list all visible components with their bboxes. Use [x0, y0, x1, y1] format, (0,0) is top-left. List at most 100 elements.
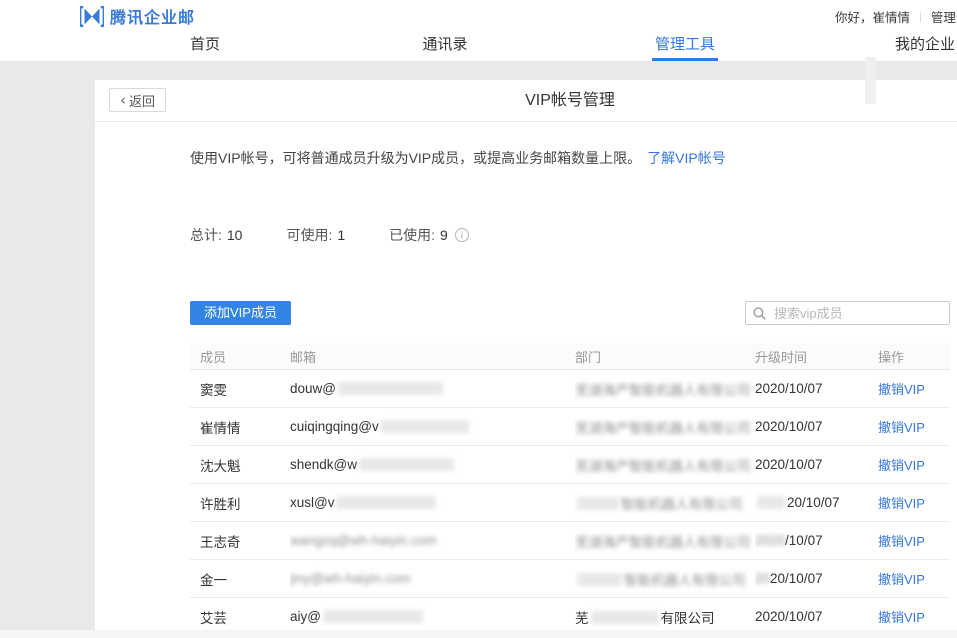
cell-text: 金一 — [200, 573, 227, 588]
member-name-cell: 沈大魁 — [190, 446, 290, 484]
upgrade-time-cell: 2020/10/07 — [755, 370, 878, 408]
member-name-cell: 王志奇 — [190, 522, 290, 560]
cell-text: 2020/10/07 — [755, 419, 823, 434]
exmail-logo-icon — [80, 6, 104, 27]
member-name-cell: 崔情情 — [190, 408, 290, 446]
panel-header: ‹ 返回 VIP帐号管理 — [95, 80, 957, 122]
upgrade-time-cell: 2020/10/07 — [755, 446, 878, 484]
col-department: 部门 — [575, 343, 755, 370]
stat-total-value: 10 — [227, 227, 243, 243]
department-cell: 智能机器人有限公司 — [575, 560, 755, 598]
table-row: 王志奇wangzq@wh-haiyin.com芜湖海产智能机器人有限公司2020… — [190, 522, 950, 560]
search-input[interactable] — [772, 305, 942, 322]
cell-text: shendk@w — [290, 457, 357, 472]
table-row: 沈大魁shendk@w 芜湖海产智能机器人有限公司 2020/10/07 撤销VIP — [190, 446, 950, 484]
action-cell: 撤销VIP — [878, 522, 950, 560]
tab-contacts[interactable]: 通讯录 — [325, 30, 565, 61]
cell-text: 20 — [755, 571, 770, 586]
revoke-vip-link[interactable]: 撤销VIP — [878, 496, 925, 511]
cell-text: 艾芸 — [200, 611, 227, 626]
info-icon[interactable]: i — [455, 228, 469, 242]
cell-text: 芜湖海产智能机器人有限公司 — [575, 459, 751, 474]
redacted-block — [381, 420, 469, 433]
cell-text: 许胜利 — [200, 497, 241, 512]
revoke-vip-link[interactable]: 撤销VIP — [878, 420, 925, 435]
stat-used-value: 9 — [440, 227, 448, 243]
col-member: 成员 — [190, 343, 290, 370]
revoke-vip-link[interactable]: 撤销VIP — [878, 610, 925, 625]
upgrade-time-cell: 20/10/07 — [755, 484, 878, 522]
bottom-edge-strip — [0, 630, 957, 638]
email-cell: xusl@v — [290, 484, 575, 522]
scrollbar-thumb[interactable] — [865, 57, 876, 104]
member-name-cell: 窦雯 — [190, 370, 290, 408]
table-row: 金一 jiny@wh-haiyin.com 智能机器人有限公司 2020/10/07 撤… — [190, 560, 950, 598]
page-title: VIP帐号管理 — [95, 80, 957, 122]
stat-used-label: 已使用: — [389, 225, 435, 245]
tab-home[interactable]: 首页 — [85, 30, 325, 61]
table-row: 崔情情cuiqingqing@v 芜湖海产智能机器人有限公司 2020/10/07 撤… — [190, 408, 950, 446]
top-bar: 腾讯企业邮 你好，崔情情 | 管理企业 — [0, 0, 957, 30]
cell-text: douw@ — [290, 381, 336, 396]
user-greeting: 你好，崔情情 — [835, 7, 910, 26]
email-cell: shendk@w — [290, 446, 575, 484]
table-row: 许胜利 xusl@v 智能机器人有限公司 20/10/07 撤销VIP — [190, 484, 950, 522]
department-cell: 芜湖海产智能机器人有限公司 — [575, 446, 755, 484]
stat-used: 已使用: 9 i — [389, 225, 469, 245]
cell-text: xusl@v — [290, 495, 334, 510]
department-cell: 芜湖海产智能机器人有限公司 — [575, 370, 755, 408]
revoke-vip-link[interactable]: 撤销VIP — [878, 572, 925, 587]
cell-text: 2020/10/07 — [755, 609, 823, 624]
revoke-vip-link[interactable]: 撤销VIP — [878, 534, 925, 549]
department-cell: 芜湖海产智能机器人有限公司 — [575, 522, 755, 560]
upgrade-time-cell: 2020/10/07 — [755, 408, 878, 446]
vip-stats: 总计: 10 可使用: 1 已使用: 9 i — [190, 225, 950, 245]
tab-contacts-label: 通讯录 — [422, 36, 467, 53]
manage-company-link[interactable]: 管理企业 — [931, 7, 957, 26]
cell-text: 芜湖海产智能机器人有限公司 — [575, 421, 751, 436]
stat-total-label: 总计: — [190, 225, 222, 245]
active-tab-underline — [652, 58, 718, 61]
tab-admin-tools[interactable]: 管理工具 — [565, 30, 805, 61]
page: 腾讯企业邮 你好，崔情情 | 管理企业 首页 通讯录 管理工具 我的企业 ‹ 返… — [0, 0, 957, 638]
redacted-block — [577, 497, 619, 510]
main-nav: 首页 通讯录 管理工具 我的企业 — [0, 30, 957, 62]
vip-members-table: 成员 邮箱 部门 升级时间 操作 窦雯douw@芜湖海产智能机器人有限公司202… — [190, 343, 950, 636]
redacted-block — [757, 496, 785, 509]
revoke-vip-link[interactable]: 撤销VIP — [878, 382, 925, 397]
cell-text: 智能机器人有限公司 — [624, 573, 746, 588]
learn-vip-link[interactable]: 了解VIP帐号 — [647, 150, 726, 166]
stat-available-label: 可使用: — [286, 225, 332, 245]
table-row: 窦雯douw@ 芜湖海产智能机器人有限公司2020/10/07 撤销VIP — [190, 370, 950, 408]
search-icon — [753, 307, 766, 320]
department-cell: 智能机器人有限公司 — [575, 484, 755, 522]
cell-text: 20/10/07 — [787, 495, 840, 510]
vip-description-text: 使用VIP帐号，可将普通成员升级为VIP成员，或提高业务邮箱数量上限。 — [190, 150, 641, 166]
redacted-block — [338, 382, 443, 395]
col-email: 邮箱 — [290, 343, 575, 370]
exmail-logo[interactable]: 腾讯企业邮 — [80, 4, 195, 28]
add-vip-member-button[interactable]: 添加VIP成员 — [190, 301, 291, 325]
vip-table-body: 窦雯douw@芜湖海产智能机器人有限公司2020/10/07撤销VIP崔情情cu… — [190, 370, 950, 636]
cell-text: wangzq@wh-haiyin.com — [290, 533, 437, 548]
table-toolbar: 添加VIP成员 — [190, 301, 950, 325]
cell-text: jiny@wh-haiyin.com — [290, 571, 410, 586]
action-cell: 撤销VIP — [878, 560, 950, 598]
tab-admin-tools-label: 管理工具 — [655, 36, 715, 53]
revoke-vip-link[interactable]: 撤销VIP — [878, 458, 925, 473]
vip-management-panel: ‹ 返回 VIP帐号管理 使用VIP帐号，可将普通成员升级为VIP成员，或提高业… — [95, 80, 957, 630]
member-name-cell: 许胜利 — [190, 484, 290, 522]
member-name-cell: 金一 — [190, 560, 290, 598]
cell-text: 2020/10/07 — [755, 381, 823, 396]
email-cell: jiny@wh-haiyin.com — [290, 560, 575, 598]
cell-text: 20/10/07 — [770, 571, 823, 586]
stat-available-value: 1 — [337, 227, 345, 243]
cell-text: cuiqingqing@v — [290, 419, 379, 434]
tab-my-company[interactable]: 我的企业 — [805, 30, 957, 61]
tab-my-company-label: 我的企业 — [895, 36, 955, 53]
divider: | — [919, 11, 922, 23]
col-upgrade-time: 升级时间 — [755, 343, 878, 370]
action-cell: 撤销VIP — [878, 408, 950, 446]
cell-text: 2020/10/07 — [755, 457, 823, 472]
cell-text: /10/07 — [785, 533, 823, 548]
